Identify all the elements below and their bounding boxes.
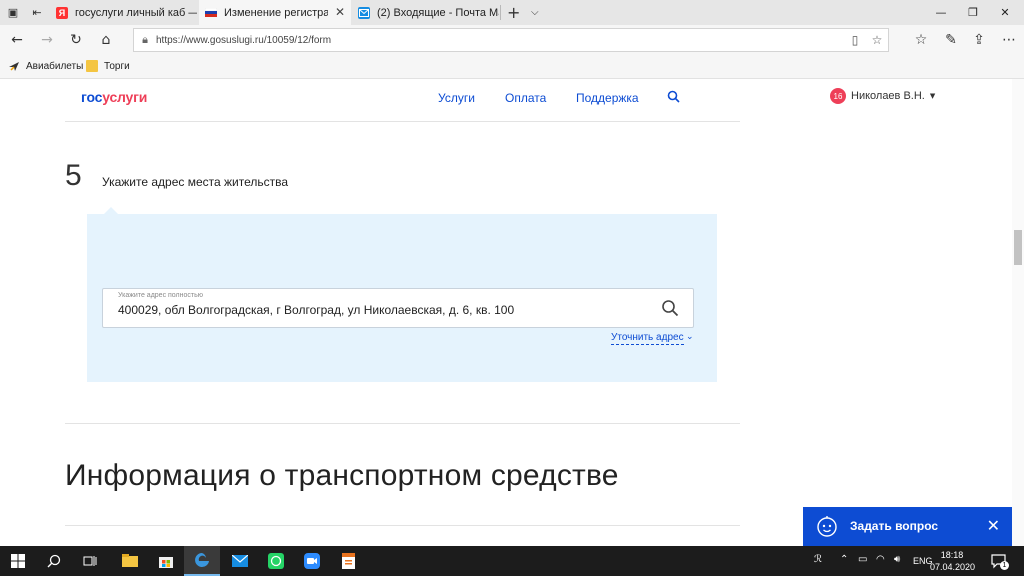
- show-hidden-icons-icon[interactable]: ⌃: [840, 554, 848, 565]
- mail-icon[interactable]: [222, 546, 258, 576]
- address-input[interactable]: [118, 303, 638, 317]
- windows-start-icon[interactable]: [0, 546, 36, 576]
- more-icon[interactable]: ⋯: [998, 30, 1020, 50]
- file-explorer-icon[interactable]: [112, 546, 148, 576]
- favorites-hub-icon[interactable]: ☆: [910, 30, 932, 50]
- tab-divider: [500, 5, 501, 20]
- page-content: госуслуги Услуги Оплата Поддержка 16 Ник…: [0, 79, 1012, 546]
- tab-actions-icon[interactable]: ▣: [2, 0, 24, 25]
- notification-count: 1: [1000, 561, 1009, 570]
- section-title: Информация о транспортном средстве: [65, 459, 619, 492]
- address-bar[interactable]: 🔒︎ https://www.gosuslugi.ru/10059/12/for…: [133, 28, 889, 52]
- user-menu[interactable]: 16 Николаев В.Н. ▼: [830, 88, 935, 104]
- action-center-icon[interactable]: 1: [990, 552, 1009, 570]
- notification-badge: 16: [830, 88, 846, 104]
- tab-mail-inbox[interactable]: (2) Входящие - Почта Mail.: [352, 0, 500, 25]
- scrollbar-thumb[interactable]: [1014, 230, 1022, 265]
- set-tabs-aside-icon[interactable]: ⇤: [26, 0, 48, 25]
- close-window-icon[interactable]: ✕: [990, 0, 1020, 25]
- close-tab-icon[interactable]: ✕: [335, 5, 345, 19]
- minimize-icon[interactable]: —: [926, 0, 956, 25]
- url-text[interactable]: https://www.gosuslugi.ru/10059/12/form: [156, 35, 844, 46]
- new-tab-icon[interactable]: +: [507, 0, 520, 25]
- address-field-label: Укажите адрес полностью: [118, 292, 203, 299]
- nav-services[interactable]: Услуги: [438, 91, 475, 105]
- plane-icon: [8, 60, 20, 72]
- browser-toolbar: ← → ↻ ⌂ 🔒︎ https://www.gosuslugi.ru/1005…: [0, 25, 1024, 55]
- gosuslugi-logo[interactable]: госуслуги: [81, 89, 147, 105]
- refine-address-link[interactable]: Уточнить адрес: [611, 332, 684, 345]
- user-name: Николаев В.Н.: [851, 90, 925, 102]
- scrollbar[interactable]: [1012, 79, 1024, 546]
- edge-browser-icon[interactable]: [184, 546, 220, 576]
- divider: [65, 525, 740, 526]
- favorite-aviabilety[interactable]: Авиабилеты: [8, 60, 83, 72]
- tab-registration-change[interactable]: Изменение регистраци ✕: [199, 0, 351, 25]
- nav-payment[interactable]: Оплата: [505, 91, 546, 105]
- clock-time: 18:18: [940, 550, 964, 560]
- ask-question-label: Задать вопрос: [850, 519, 939, 533]
- volume-icon[interactable]: 🔊︎: [894, 554, 900, 565]
- robot-chat-icon: [815, 515, 839, 544]
- restore-icon[interactable]: ❐: [958, 0, 988, 25]
- refresh-icon[interactable]: ↻: [65, 30, 87, 50]
- search-icon[interactable]: [661, 299, 679, 317]
- step-title: Укажите адрес места жительства: [102, 175, 289, 189]
- browser-tab-strip: ▣ ⇤ Я госуслуги личный каб — Я Изменение…: [0, 0, 1024, 25]
- search-icon[interactable]: [667, 90, 680, 108]
- home-icon[interactable]: ⌂: [95, 30, 117, 50]
- task-view-icon[interactable]: [72, 546, 108, 576]
- divider: [65, 423, 740, 424]
- chevron-down-icon[interactable]: ⌄: [686, 332, 694, 342]
- tab-gosuslugi-search[interactable]: Я госуслуги личный каб — Я: [50, 0, 198, 25]
- battery-icon[interactable]: ▭: [858, 554, 867, 565]
- ask-question-widget[interactable]: Задать вопрос ✕: [803, 507, 1012, 546]
- russia-flag-icon: [205, 7, 217, 19]
- lock-icon[interactable]: 🔒︎: [134, 34, 156, 47]
- share-icon[interactable]: ⇪: [968, 30, 990, 50]
- caret-down-icon: ▼: [929, 92, 936, 100]
- favorite-star-icon[interactable]: ☆: [866, 33, 888, 47]
- forward-icon[interactable]: →: [36, 30, 58, 50]
- reading-view-icon[interactable]: ▯: [844, 33, 866, 47]
- people-icon[interactable]: ℛ: [814, 554, 822, 565]
- nav-support[interactable]: Поддержка: [576, 91, 639, 105]
- store-icon[interactable]: [148, 546, 184, 576]
- chevron-down-icon[interactable]: ⌵: [531, 0, 539, 25]
- clock[interactable]: 18:18 07.04.2020: [930, 549, 976, 573]
- address-field: Укажите адрес полностью: [102, 288, 694, 328]
- back-icon[interactable]: ←: [6, 30, 28, 50]
- document-app-icon[interactable]: [330, 546, 366, 576]
- clock-date: 07.04.2020: [930, 562, 976, 572]
- step-number: 5: [65, 159, 82, 192]
- pen-icon[interactable]: ✎: [940, 30, 962, 50]
- yandex-icon: Я: [56, 6, 68, 19]
- zoom-icon[interactable]: [294, 546, 330, 576]
- folder-icon: [86, 60, 98, 72]
- close-icon[interactable]: ✕: [987, 516, 1000, 535]
- windows-taskbar: ℛ ⌃ ▭ ◠ 🔊︎ ENG 18:18 07.04.2020 1: [0, 546, 1024, 576]
- mail-icon: [358, 6, 370, 19]
- network-icon[interactable]: ◠: [876, 554, 885, 565]
- divider: [65, 121, 740, 122]
- favorites-bar: Авиабилеты Торги: [0, 55, 1024, 79]
- search-icon[interactable]: [36, 546, 72, 576]
- whatsapp-icon[interactable]: [258, 546, 294, 576]
- favorite-torgi[interactable]: Торги: [86, 60, 130, 72]
